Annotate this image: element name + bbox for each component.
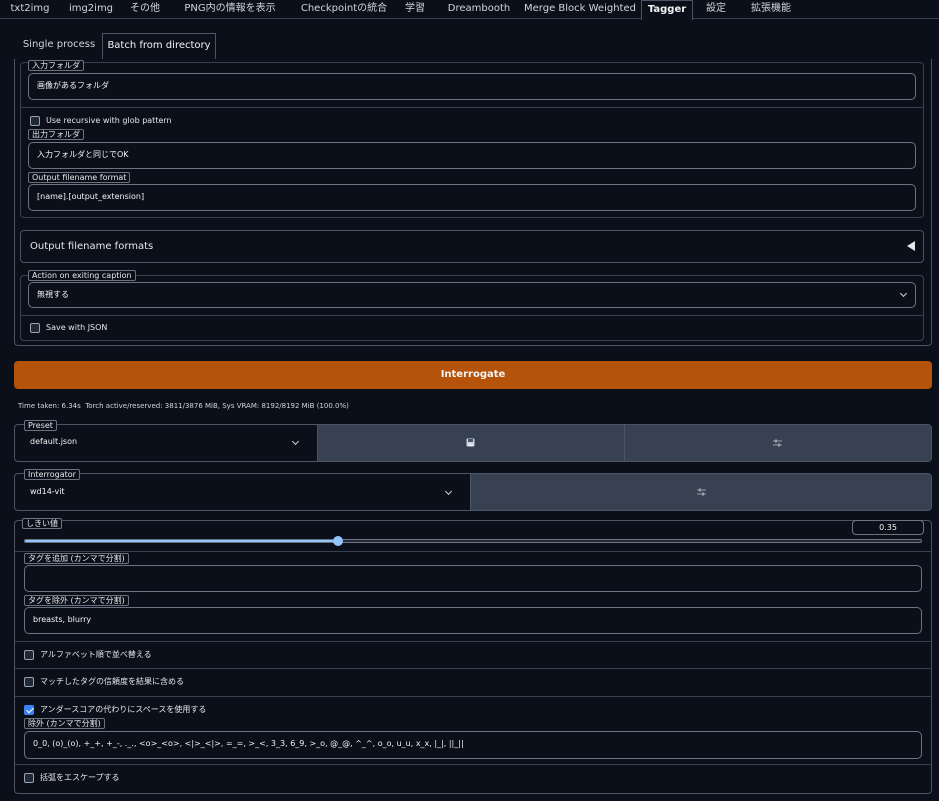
divider [21, 315, 923, 316]
interrogate-button[interactable]: Interrogate [14, 361, 932, 389]
divider [15, 641, 931, 642]
sliders-icon [773, 439, 782, 447]
accordion-title: Output filename formats [30, 241, 154, 252]
input-folder-label: 入力フォルダ [28, 60, 84, 71]
divider [15, 696, 931, 697]
save-icon [466, 438, 475, 447]
preset-label: Preset [24, 420, 57, 431]
filename-formats-accordion[interactable]: Output filename formats [20, 230, 924, 263]
threshold-slider-track[interactable] [24, 539, 922, 543]
caption-action-value: 無視する [37, 290, 69, 299]
escape-brackets-checkbox[interactable] [24, 773, 34, 783]
interrogator-label: Interrogator [24, 469, 80, 480]
tab-txt2img[interactable]: txt2img [4, 0, 56, 19]
divider [15, 668, 931, 669]
tab-merge-block-weighted[interactable]: Merge Block Weighted [524, 0, 636, 19]
use-spaces-checkbox[interactable] [24, 705, 34, 715]
exclude-field[interactable]: 0_0, (o)_(o), +_+, +_-, ._., <o>_<o>, <|… [24, 731, 922, 759]
use-spaces-label: アンダースコアの代わりにスペースを使用する [40, 705, 207, 714]
escape-brackets-label: 括弧をエスケープする [40, 773, 120, 782]
divider [15, 764, 931, 765]
sort-alpha-checkbox[interactable] [24, 650, 34, 660]
tab-settings[interactable]: 設定 [700, 0, 732, 19]
threshold-number-input[interactable]: 0.35 [852, 520, 924, 535]
status-text: Time taken: 6.34s Torch active/reserved:… [18, 402, 349, 410]
threshold-label: しきい値 [22, 518, 62, 529]
caption-action-label: Action on exiting caption [28, 270, 136, 281]
tab-batch-from-directory[interactable]: Batch from directory [102, 33, 216, 60]
tab-png-info[interactable]: PNG内の情報を表示 [172, 0, 288, 19]
divider [15, 551, 931, 552]
include-confidence-checkbox[interactable] [24, 677, 34, 687]
tab-dreambooth[interactable]: Dreambooth [442, 0, 516, 19]
tab-train[interactable]: 学習 [400, 0, 430, 19]
divider [21, 107, 923, 108]
output-folder-field[interactable]: 入力フォルダと同じでOK [28, 142, 916, 169]
tab-img2img[interactable]: img2img [64, 0, 118, 19]
recursive-label: Use recursive with glob pattern [46, 116, 172, 125]
save-json-checkbox[interactable] [30, 323, 40, 333]
tab-other[interactable]: その他 [126, 0, 164, 19]
exclude-label: 除外 (カンマで分割) [24, 718, 105, 729]
interrogator-select-value[interactable]: wd14-vit [30, 487, 65, 496]
sort-alpha-label: アルファベット順で並べ替える [40, 650, 152, 659]
save-preset-button[interactable] [317, 425, 624, 461]
add-tags-field[interactable] [24, 565, 922, 592]
sliders-icon [697, 488, 706, 496]
preset-settings-button[interactable] [624, 425, 931, 461]
caption-action-select[interactable]: 無視する [28, 282, 916, 308]
input-folder-field[interactable]: 画像があるフォルダ [28, 73, 916, 100]
save-json-label: Save with JSON [46, 323, 108, 332]
filename-format-field[interactable]: [name].[output_extension] [28, 184, 916, 211]
tab-tagger[interactable]: Tagger [641, 0, 693, 20]
output-folder-label: 出力フォルダ [28, 129, 84, 140]
preset-select-value[interactable]: default.json [30, 437, 77, 446]
threshold-slider-fill [25, 540, 339, 542]
include-confidence-label: マッチしたタグの信頼度を結果に含める [40, 677, 184, 686]
tab-single-process[interactable]: Single process [18, 33, 100, 59]
add-tags-label: タグを追加 (カンマで分割) [24, 553, 129, 564]
interrogator-settings-button[interactable] [470, 474, 931, 510]
threshold-slider-thumb[interactable] [333, 536, 343, 546]
collapse-triangle-icon[interactable] [907, 241, 915, 251]
exclude-tags-field[interactable]: breasts, blurry [24, 607, 922, 634]
tab-checkpoint-merge[interactable]: Checkpointの統合 [294, 0, 394, 19]
recursive-checkbox[interactable] [30, 116, 40, 126]
tab-extensions[interactable]: 拡張機能 [742, 0, 800, 19]
exclude-tags-label: タグを除外 (カンマで分割) [24, 595, 129, 606]
filename-format-label: Output filename format [28, 172, 131, 183]
top-tab-bar: txt2img img2img その他 PNG内の情報を表示 Checkpoin… [0, 0, 939, 20]
